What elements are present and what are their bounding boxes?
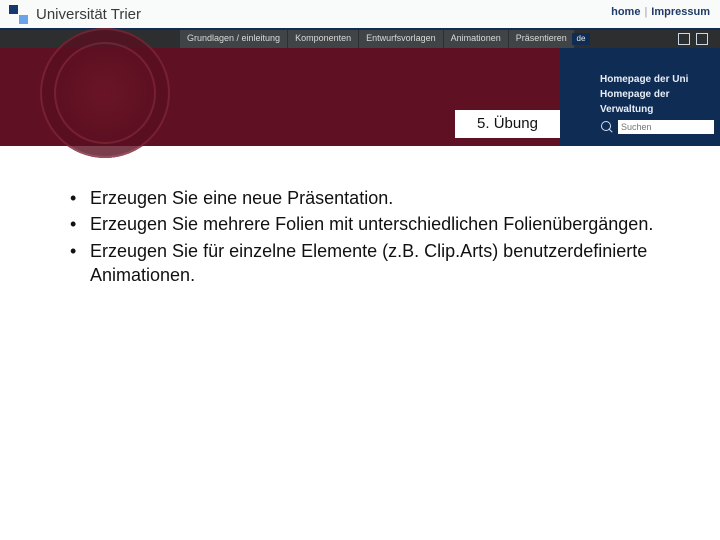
homepage-verwaltung-link[interactable]: Homepage der Verwaltung: [600, 87, 720, 117]
top-links: home|Impressum: [611, 6, 710, 18]
slide-title: 5. Übung: [455, 110, 560, 138]
tool-icon-1[interactable]: [678, 33, 690, 45]
top-strip: Universität Trier home|Impressum: [0, 0, 720, 28]
slide-content: Erzeugen Sie eine neue Präsentation. Erz…: [66, 186, 666, 289]
tab-praesentieren[interactable]: Präsentieren: [509, 30, 575, 48]
tool-icon-2[interactable]: [696, 33, 708, 45]
university-logo: Universität Trier: [6, 2, 141, 26]
tool-icons: [678, 33, 708, 45]
search-input[interactable]: [618, 120, 714, 134]
logo-text: Universität Trier: [36, 6, 141, 23]
tab-animationen[interactable]: Animationen: [444, 30, 509, 48]
tab-grundlagen[interactable]: Grundlagen / einleitung: [180, 30, 288, 48]
search-icon: [600, 120, 614, 134]
banner-maroon: 5. Übung: [0, 48, 560, 146]
bullet-item: Erzeugen Sie mehrere Folien mit untersch…: [66, 212, 666, 236]
tab-entwurfsvorlagen[interactable]: Entwurfsvorlagen: [359, 30, 444, 48]
bullet-item: Erzeugen Sie für einzelne Elemente (z.B.…: [66, 239, 666, 288]
university-seal-icon: [40, 28, 170, 158]
tab-komponenten[interactable]: Komponenten: [288, 30, 359, 48]
banner: 5. Übung Homepage der Uni Homepage der V…: [0, 48, 720, 146]
bullet-item: Erzeugen Sie eine neue Präsentation.: [66, 186, 666, 210]
language-selector[interactable]: de: [572, 33, 590, 45]
tabs-container: Grundlagen / einleitung Komponenten Entw…: [180, 30, 575, 48]
impressum-link[interactable]: Impressum: [651, 6, 710, 18]
logo-mark-icon: [6, 2, 30, 26]
home-link[interactable]: home: [611, 6, 640, 18]
homepage-uni-link[interactable]: Homepage der Uni: [600, 72, 720, 87]
banner-right-links: Homepage der Uni Homepage der Verwaltung: [600, 72, 720, 117]
search-row: [600, 120, 714, 134]
